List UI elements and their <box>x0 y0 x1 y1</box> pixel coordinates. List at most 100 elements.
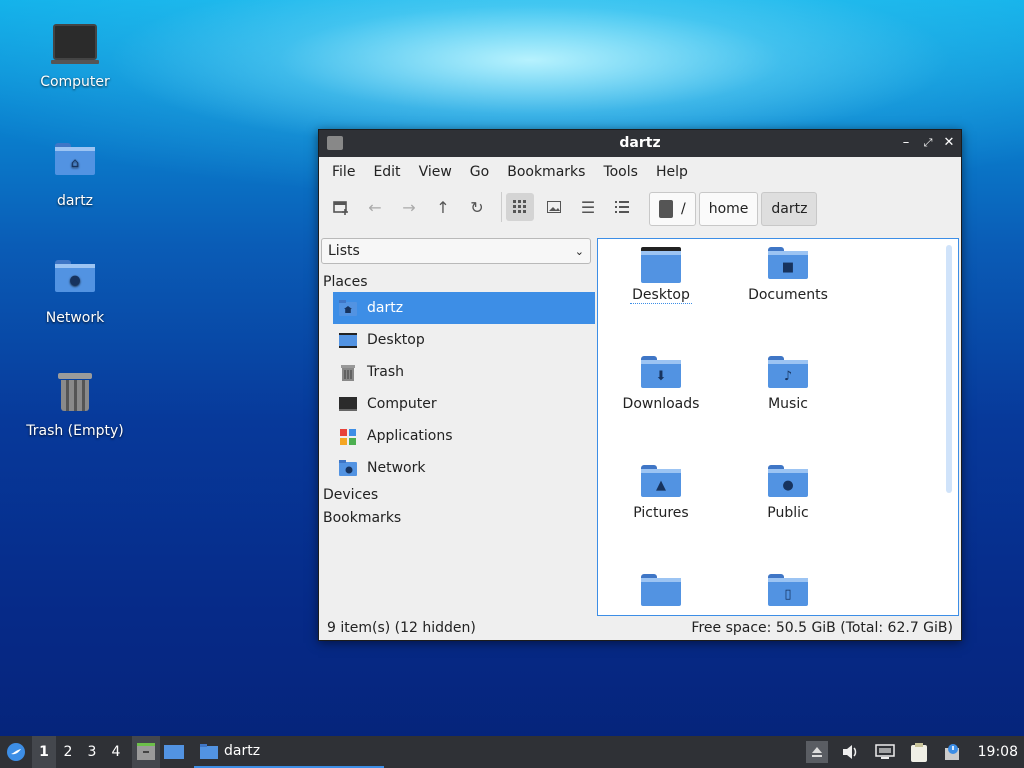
desktop-icon-label: Network <box>45 310 105 326</box>
file-item-desktop[interactable]: Desktop <box>601 247 721 304</box>
file-view: Desktop ■ Documents ⬇ Downloads ♪ Music … <box>597 238 959 616</box>
file-item-public[interactable]: ● Public <box>728 465 848 521</box>
computer-icon <box>339 396 357 412</box>
sidebar-header-devices[interactable]: Devices <box>321 484 595 507</box>
minimize-button[interactable]: – <box>897 134 915 152</box>
workspace-2[interactable]: 2 <box>56 744 80 760</box>
menu-file[interactable]: File <box>323 164 364 180</box>
compact-view-icon[interactable]: ☰ <box>574 193 602 221</box>
maximize-button[interactable]: ⤢ <box>919 134 937 152</box>
detailed-list-view-icon[interactable] <box>608 193 636 221</box>
menu-bookmarks[interactable]: Bookmarks <box>498 164 594 180</box>
file-item-label: Documents <box>748 287 828 303</box>
desktop-icon-network[interactable]: ● Network <box>20 254 130 326</box>
thumbnail-view-icon[interactable] <box>540 193 568 221</box>
menu-help[interactable]: Help <box>647 164 697 180</box>
menu-go[interactable]: Go <box>461 164 498 180</box>
file-item-templates[interactable]: ▯ <box>728 574 848 614</box>
drive-icon <box>659 200 673 218</box>
places-list: dartz Desktop Trash Computer Application… <box>321 292 595 484</box>
trash-icon <box>339 364 357 381</box>
menubar: File Edit View Go Bookmarks Tools Help <box>319 157 961 187</box>
volume-icon[interactable] <box>840 741 862 763</box>
new-tab-icon[interactable] <box>327 193 355 221</box>
file-item-label: Downloads <box>622 396 700 412</box>
file-item-label: Music <box>768 396 808 412</box>
file-manager-window: dartz – ⤢ ✕ File Edit View Go Bookmarks … <box>318 129 962 641</box>
breadcrumb-dartz[interactable]: dartz <box>761 192 818 226</box>
task-label: dartz <box>224 743 261 759</box>
computer-icon <box>51 24 99 68</box>
sidebar-item-label: Trash <box>367 364 404 380</box>
menu-edit[interactable]: Edit <box>364 164 409 180</box>
file-item-music[interactable]: ♪ Music <box>728 356 848 412</box>
sidebar-item-dartz[interactable]: dartz <box>333 292 595 324</box>
breadcrumb-home[interactable]: home <box>698 192 759 226</box>
network-folder-icon: ● <box>53 260 97 304</box>
window-titlebar[interactable]: dartz – ⤢ ✕ <box>319 130 961 157</box>
folder-icon <box>641 574 681 608</box>
forward-arrow-icon[interactable]: → <box>395 193 423 221</box>
desktop-icon-label: Computer <box>40 74 110 90</box>
sidebar-item-trash[interactable]: Trash <box>333 356 595 388</box>
status-item-count: 9 item(s) (12 hidden) <box>327 620 476 636</box>
file-item-label: Pictures <box>633 505 689 521</box>
back-arrow-icon[interactable]: ← <box>361 193 389 221</box>
vertical-scrollbar[interactable] <box>946 245 952 493</box>
sidebar-mode-select[interactable]: Lists ⌄ <box>321 238 591 264</box>
public-folder-icon: ● <box>768 465 808 499</box>
desktop-icon-trash[interactable]: Trash (Empty) <box>20 371 130 439</box>
icon-view-icon[interactable] <box>506 193 534 221</box>
sidebar-header-places[interactable]: Places <box>321 274 595 290</box>
file-item-pictures[interactable]: ▲ Pictures <box>601 465 721 521</box>
reload-icon[interactable]: ↻ <box>463 193 491 221</box>
update-notifier-icon[interactable] <box>942 741 964 763</box>
sidebar-mode-value: Lists <box>328 243 360 259</box>
desktop-icon-home[interactable]: ⌂ dartz <box>20 137 130 209</box>
sidebar-item-applications[interactable]: Applications <box>333 420 595 452</box>
sidebar-item-network[interactable]: Network <box>333 452 595 484</box>
sidebar-item-label: dartz <box>367 300 404 316</box>
network-icon[interactable] <box>874 741 896 763</box>
desktop-icon-computer[interactable]: Computer <box>20 20 130 90</box>
chevron-down-icon: ⌄ <box>574 244 584 258</box>
home-folder-icon <box>339 300 357 316</box>
network-folder-icon <box>339 460 357 476</box>
sidebar-header-bookmarks[interactable]: Bookmarks <box>321 507 595 530</box>
desktop-icon <box>339 332 357 348</box>
taskbar: 1 2 3 4 dartz 19:08 <box>0 736 1024 768</box>
menu-tools[interactable]: Tools <box>594 164 647 180</box>
trash-icon <box>53 373 97 417</box>
clipboard-icon[interactable] <box>908 741 930 763</box>
sidebar-item-desktop[interactable]: Desktop <box>333 324 595 356</box>
desktop-folder-icon <box>641 247 681 283</box>
sidebar-item-label: Desktop <box>367 332 425 348</box>
toolbar: ← → ↑ ↻ ☰ / home dartz <box>319 187 961 227</box>
status-free-space: Free space: 50.5 GiB (Total: 62.7 GiB) <box>691 620 953 636</box>
file-item-documents[interactable]: ■ Documents <box>728 247 848 303</box>
sidebar: Lists ⌄ Places dartz Desktop Trash Compu… <box>321 238 595 610</box>
breadcrumb-root[interactable]: / <box>649 192 696 226</box>
toolbar-separator <box>501 192 502 222</box>
workspace-3[interactable]: 3 <box>80 744 104 760</box>
sidebar-item-label: Network <box>367 460 426 476</box>
file-item-downloads[interactable]: ⬇ Downloads <box>601 356 721 412</box>
close-button[interactable]: ✕ <box>940 134 958 152</box>
eject-icon[interactable] <box>805 741 828 763</box>
start-menu-icon[interactable] <box>0 736 32 768</box>
desktop-icon-label: Trash (Empty) <box>26 423 124 439</box>
sidebar-item-computer[interactable]: Computer <box>333 388 595 420</box>
templates-folder-icon: ▯ <box>768 574 808 608</box>
menu-view[interactable]: View <box>410 164 461 180</box>
file-item-folder[interactable] <box>601 574 721 614</box>
up-arrow-icon[interactable]: ↑ <box>429 193 457 221</box>
taskbar-task-dartz[interactable]: dartz <box>194 736 384 768</box>
file-manager-launcher-icon[interactable] <box>132 736 160 768</box>
workspace-4[interactable]: 4 <box>104 744 128 760</box>
file-item-label: Public <box>767 505 809 521</box>
show-desktop-icon[interactable] <box>160 736 188 768</box>
system-tray: 19:08 <box>800 736 1024 768</box>
home-folder-icon: ⌂ <box>53 143 97 187</box>
workspace-1[interactable]: 1 <box>32 736 56 768</box>
clock[interactable]: 19:08 <box>978 744 1018 760</box>
